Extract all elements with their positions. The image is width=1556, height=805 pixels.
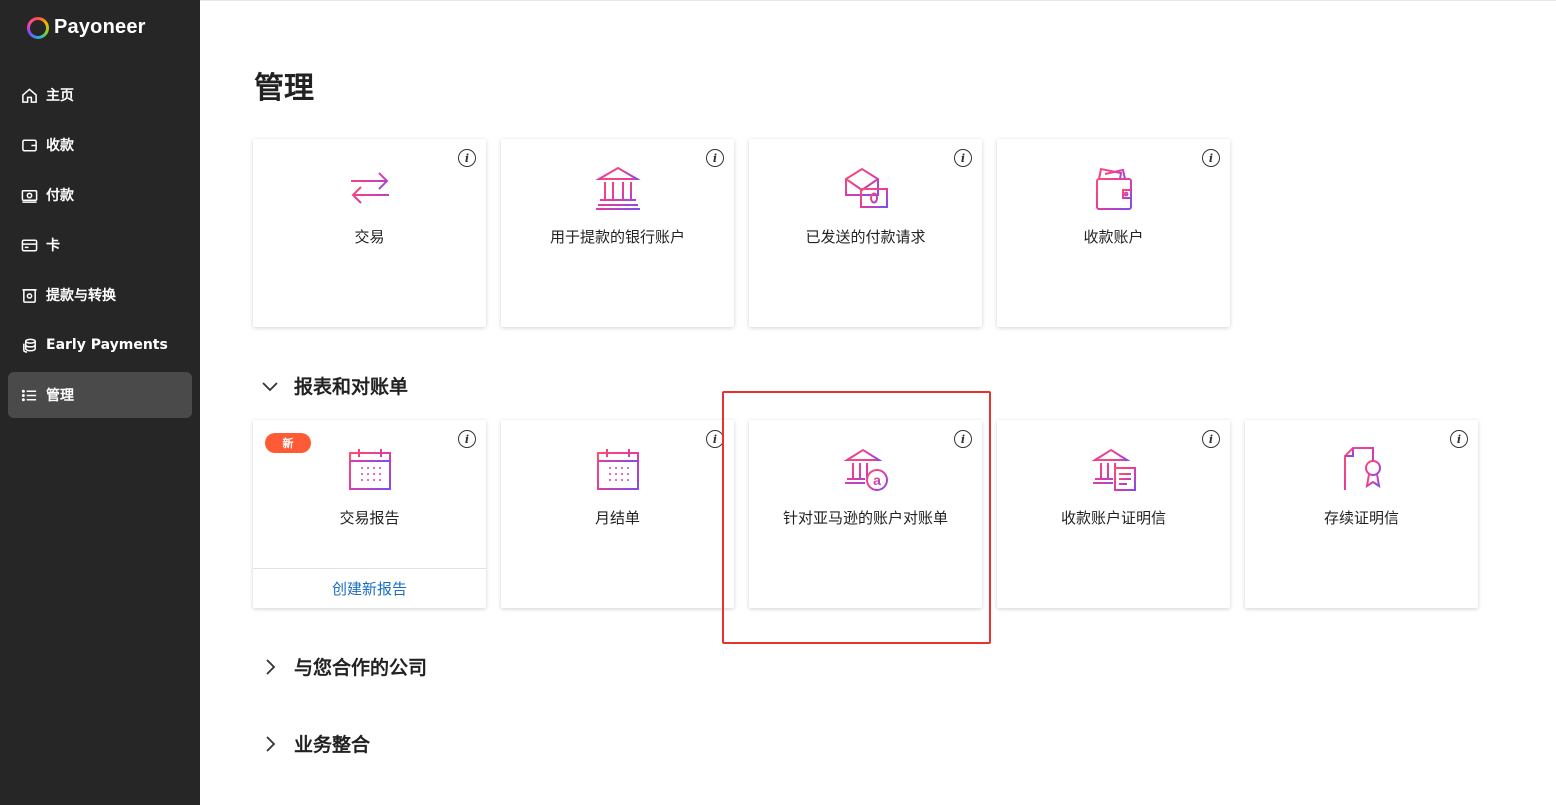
card-account-verification-letter[interactable]: i 收款账户证明信 bbox=[997, 420, 1230, 608]
card-monthly-statement[interactable]: i 月结单 bbox=[501, 420, 734, 608]
sidebar-item-withdraw[interactable]: 提款与转换 bbox=[8, 272, 192, 318]
section-title: 业务整合 bbox=[294, 734, 371, 756]
card-good-standing-letter[interactable]: i 存续证明信 bbox=[1245, 420, 1478, 608]
bank-icon bbox=[594, 166, 641, 210]
card-label: 存续证明信 bbox=[1323, 509, 1399, 527]
sidebar-item-label: 管理 bbox=[46, 388, 74, 404]
wallet-icon bbox=[20, 136, 38, 154]
info-icon[interactable]: i bbox=[458, 149, 476, 167]
section-reports-toggle[interactable]: 报表和对账单 bbox=[260, 372, 408, 399]
create-report-link[interactable]: 创建新报告 bbox=[253, 568, 486, 608]
card-payment-requests[interactable]: i 已发送的付款请求 bbox=[749, 139, 982, 327]
payment-request-icon bbox=[844, 167, 888, 208]
info-icon[interactable]: i bbox=[458, 430, 476, 448]
bank-document-icon bbox=[1091, 448, 1136, 491]
info-icon[interactable]: i bbox=[706, 149, 724, 167]
home-icon bbox=[20, 86, 38, 104]
card-label: 交易 bbox=[354, 228, 385, 246]
card-label: 收款账户 bbox=[1083, 228, 1144, 246]
withdraw-icon bbox=[20, 286, 38, 304]
sidebar-item-early-payments[interactable]: Early Payments bbox=[8, 322, 192, 368]
logo-ring-icon bbox=[27, 16, 49, 39]
transfer-arrows-icon bbox=[350, 172, 389, 204]
page-title: 管理 bbox=[254, 71, 314, 106]
new-badge: 新 bbox=[265, 433, 311, 453]
main-content: 管理 i 交易 i 用于提款的银行账户 i 已发送的付款请求 i 收款账户 报表… bbox=[200, 0, 1556, 805]
chevron-right-icon bbox=[266, 658, 276, 675]
sidebar-item-label: 付款 bbox=[46, 188, 74, 204]
section-partners-toggle[interactable]: 与您合作的公司 bbox=[260, 653, 427, 680]
card-receiving-accounts[interactable]: i 收款账户 bbox=[997, 139, 1230, 327]
card-icon bbox=[20, 236, 38, 254]
sidebar-item-label: 提款与转换 bbox=[46, 288, 116, 304]
logo-text: Payoneer bbox=[54, 16, 146, 38]
info-icon[interactable]: i bbox=[954, 149, 972, 167]
sidebar-item-label: Early Payments bbox=[46, 337, 168, 353]
highlight-annotation bbox=[722, 391, 991, 644]
card-label: 月结单 bbox=[594, 509, 640, 527]
sidebar-item-pay[interactable]: 付款 bbox=[8, 172, 192, 218]
sidebar-item-home[interactable]: 主页 bbox=[8, 72, 192, 118]
card-bank-accounts[interactable]: i 用于提款的银行账户 bbox=[501, 139, 734, 327]
section-integrations-toggle[interactable]: 业务整合 bbox=[260, 730, 370, 757]
payoneer-logo[interactable]: Payoneer bbox=[27, 16, 146, 39]
info-icon[interactable]: i bbox=[1202, 149, 1220, 167]
list-icon bbox=[20, 386, 38, 404]
chevron-right-icon bbox=[266, 735, 276, 752]
sidebar-item-label: 主页 bbox=[46, 88, 74, 104]
sidebar-item-receive[interactable]: 收款 bbox=[8, 122, 192, 168]
card-label: 交易报告 bbox=[339, 509, 400, 527]
certificate-icon bbox=[1343, 447, 1381, 491]
calendar-icon bbox=[348, 449, 391, 490]
sidebar: Payoneer 主页 收款 付款 卡 提款与转换 Early Payments… bbox=[0, 0, 200, 805]
payment-icon bbox=[20, 186, 38, 204]
chevron-down-icon bbox=[262, 381, 278, 391]
info-icon[interactable]: i bbox=[1202, 430, 1220, 448]
card-transaction-report[interactable]: 新 i 交易报告 创建新报告 bbox=[253, 420, 486, 608]
sidebar-item-label: 卡 bbox=[46, 238, 60, 254]
sidebar-item-manage[interactable]: 管理 bbox=[8, 372, 192, 418]
info-icon[interactable]: i bbox=[1450, 430, 1468, 448]
card-label: 已发送的付款请求 bbox=[805, 228, 926, 246]
card-transactions[interactable]: i 交易 bbox=[253, 139, 486, 327]
sidebar-item-label: 收款 bbox=[46, 138, 74, 154]
section-title: 报表和对账单 bbox=[294, 376, 409, 398]
card-label: 用于提款的银行账户 bbox=[549, 228, 685, 246]
card-label: 收款账户证明信 bbox=[1060, 509, 1166, 527]
calendar-icon bbox=[596, 449, 639, 490]
sidebar-item-card[interactable]: 卡 bbox=[8, 222, 192, 268]
wallet-icon bbox=[1095, 167, 1132, 210]
coins-icon bbox=[20, 336, 38, 354]
section-title: 与您合作的公司 bbox=[294, 657, 428, 679]
